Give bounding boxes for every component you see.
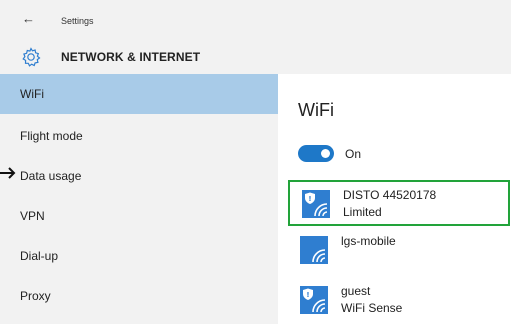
toggle-knob — [321, 149, 330, 158]
sidebar-item-label: VPN — [20, 209, 45, 223]
svg-text:!: ! — [308, 195, 311, 203]
sidebar-item-label: Dial-up — [20, 249, 59, 263]
arrow-pointer-icon — [0, 167, 16, 179]
sidebar-item-flight-mode[interactable]: Flight mode — [0, 116, 278, 156]
network-name: DISTO 44520178 — [343, 188, 437, 202]
network-item-guest[interactable]: ! guest WiFi Sense — [288, 278, 510, 324]
network-status: WiFi Sense — [341, 301, 403, 315]
sidebar-item-label: Proxy — [20, 289, 51, 303]
gear-icon — [22, 47, 41, 67]
page-title: NETWORK & INTERNET — [61, 50, 201, 64]
sidebar-item-label: Flight mode — [20, 129, 83, 143]
wifi-icon — [300, 236, 328, 264]
wifi-secured-icon: ! — [300, 286, 328, 314]
sidebar-item-label: WiFi — [20, 87, 44, 101]
back-arrow-icon[interactable]: ← — [22, 12, 35, 26]
network-item-disto[interactable]: ! DISTO 44520178 Limited — [288, 180, 510, 226]
sidebar-item-proxy[interactable]: Proxy — [0, 276, 278, 316]
content-title: WiFi — [298, 100, 334, 120]
network-item-lgs-mobile[interactable]: lgs-mobile — [288, 228, 510, 274]
network-name: lgs-mobile — [341, 234, 396, 248]
sidebar: WiFi Flight mode Data usage VPN Dial-up … — [0, 74, 278, 324]
network-name: guest — [341, 284, 371, 298]
toggle-label: On — [345, 147, 362, 161]
sidebar-item-label: Data usage — [20, 169, 82, 183]
window-title: Settings — [61, 16, 94, 26]
sidebar-item-dial-up[interactable]: Dial-up — [0, 236, 278, 276]
sidebar-item-wifi[interactable]: WiFi — [0, 74, 278, 114]
wifi-secured-icon: ! — [302, 190, 330, 218]
sidebar-item-data-usage[interactable]: Data usage — [0, 156, 278, 196]
network-status: Limited — [343, 205, 382, 219]
sidebar-item-vpn[interactable]: VPN — [0, 196, 278, 236]
wifi-toggle[interactable] — [298, 145, 334, 162]
svg-text:!: ! — [306, 291, 309, 299]
